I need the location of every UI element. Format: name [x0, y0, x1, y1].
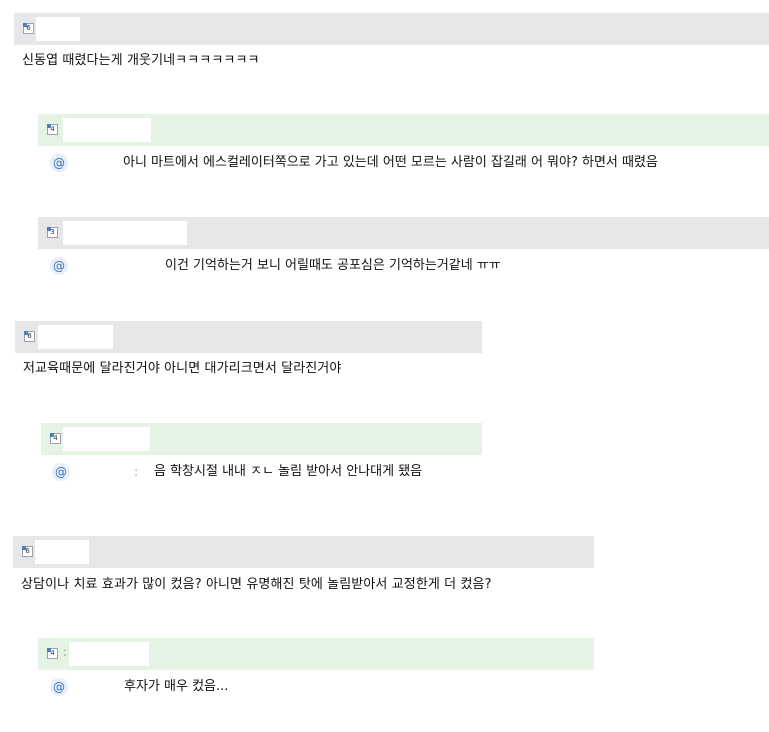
- separator-mark: :: [63, 645, 68, 659]
- level-badge-icon: 4: [47, 648, 58, 659]
- comment-text: 신동엽 때렸다는게 개웃기네ㅋㅋㅋㅋㅋㅋㅋ: [22, 53, 260, 68]
- nickname-redacted[interactable]: [36, 17, 80, 41]
- reply-header: 4: [41, 423, 482, 455]
- level-badge-icon: 4: [47, 124, 58, 135]
- level-badge-icon: 6: [23, 23, 34, 34]
- comment-text: 저교육때문에 달라진거야 아니면 대가리크면서 달라진거야: [23, 361, 342, 376]
- reply-text: 아니 마트에서 에스컬레이터쪽으로 가고 있는데 어떤 모르는 사람이 잡길래 …: [123, 155, 658, 170]
- reply-header: 4 :: [38, 638, 594, 670]
- reply-row: @ 이건 기억하는거 보니 어릴때도 공포심은 기억하는거같네 ㅠㅠ: [50, 254, 769, 278]
- nickname-redacted[interactable]: [63, 118, 151, 142]
- level-badge-icon: 3: [47, 227, 58, 238]
- reply-header: 3: [38, 217, 769, 249]
- reply-row: @ 아니 마트에서 에스컬레이터쪽으로 가고 있는데 어떤 모르는 사람이 잡길…: [50, 151, 769, 175]
- reply-row: @ : 음 학창시절 내내 ㅈㄴ 놀림 받아서 안나대게 됐음: [52, 460, 482, 484]
- nickname-redacted[interactable]: [63, 221, 187, 245]
- comment-header: 6: [14, 13, 769, 45]
- nickname-redacted[interactable]: [38, 325, 113, 349]
- reply-text: 후자가 매우 컸음...: [124, 679, 229, 694]
- comment-header: 6: [15, 321, 482, 353]
- reply-header: 4: [38, 114, 769, 146]
- at-sign-icon[interactable]: @: [50, 154, 68, 172]
- separator-mark: :: [134, 465, 139, 479]
- level-badge-icon: 4: [50, 433, 61, 444]
- nickname-redacted[interactable]: [63, 427, 150, 451]
- comment-thread: 6 신동엽 때렸다는게 개웃기네ㅋㅋㅋㅋㅋㅋㅋ 4 @ 아니 마트에서 에스컬레…: [0, 0, 769, 732]
- reply-row: @ 후자가 매우 컸음...: [50, 675, 594, 699]
- reply-text: 이건 기억하는거 보니 어릴때도 공포심은 기억하는거같네 ㅠㅠ: [165, 258, 501, 273]
- at-sign-icon[interactable]: @: [50, 678, 68, 696]
- at-sign-icon[interactable]: @: [50, 257, 68, 275]
- level-badge-icon: 6: [22, 546, 33, 557]
- at-sign-icon[interactable]: @: [52, 463, 70, 481]
- nickname-redacted[interactable]: [35, 540, 89, 564]
- comment-text: 상담이나 치료 효과가 많이 컸음? 아니면 유명해진 탓에 놀림받아서 교정한…: [21, 577, 492, 592]
- level-badge-icon: 6: [24, 331, 35, 342]
- comment-header: 6: [13, 536, 594, 568]
- reply-text: 음 학창시절 내내 ㅈㄴ 놀림 받아서 안나대게 됐음: [154, 464, 423, 479]
- nickname-redacted[interactable]: [69, 642, 149, 666]
